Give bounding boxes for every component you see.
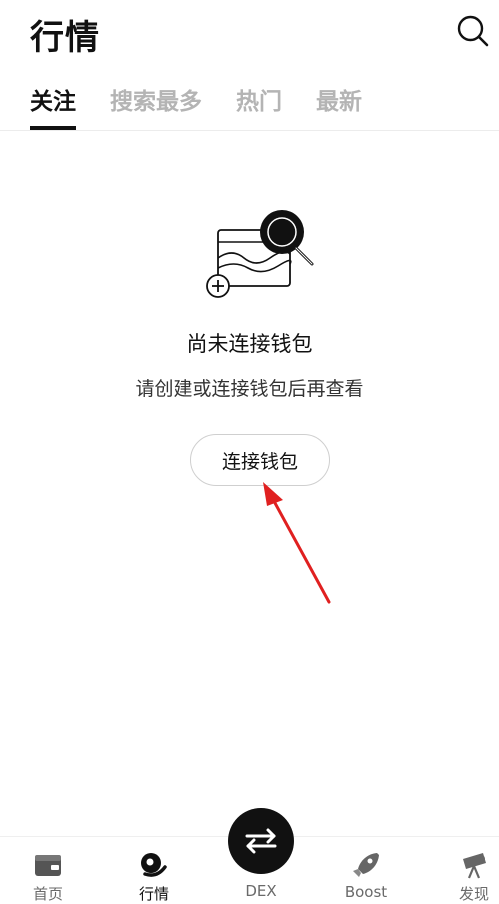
empty-state-title: 尚未连接钱包 [186, 332, 313, 356]
annotation-arrow-icon [263, 482, 331, 604]
market-page: 行情 关注 搜索最多 热门 最新 尚未连接钱包 请创建或连接钱包后再查看 连接钱… [0, 0, 499, 904]
telescope-icon [463, 853, 486, 879]
swap-icon [245, 828, 277, 854]
nav-discover[interactable]: 发现 [434, 837, 499, 904]
nav-home-label: 首页 [32, 885, 63, 903]
tab-most-searched[interactable]: 搜索最多 [110, 82, 202, 130]
search-icon [457, 15, 489, 47]
search-button[interactable] [456, 14, 490, 48]
dex-button[interactable] [228, 808, 294, 874]
nav-home[interactable]: 首页 [8, 837, 88, 904]
empty-state-subtitle: 请创建或连接钱包后再查看 [135, 378, 364, 400]
tab-watchlist[interactable]: 关注 [30, 82, 76, 130]
nav-market[interactable]: 行情 [114, 837, 194, 904]
nav-discover-label: 发现 [458, 885, 489, 903]
nav-market-label: 行情 [138, 885, 169, 903]
wallet-search-illustration [204, 208, 316, 300]
tabs-divider [0, 130, 499, 131]
rocket-icon [353, 853, 379, 877]
wallet-icon [35, 855, 61, 876]
tab-newest[interactable]: 最新 [316, 82, 362, 130]
nav-dex-label: DEX [245, 882, 277, 900]
market-icon [141, 853, 167, 877]
tab-hot[interactable]: 热门 [236, 82, 282, 130]
nav-boost[interactable]: Boost [326, 837, 406, 904]
market-tabs: 关注 搜索最多 热门 最新 [30, 82, 396, 130]
nav-boost-label: Boost [344, 883, 388, 901]
page-title: 行情 [30, 18, 100, 58]
